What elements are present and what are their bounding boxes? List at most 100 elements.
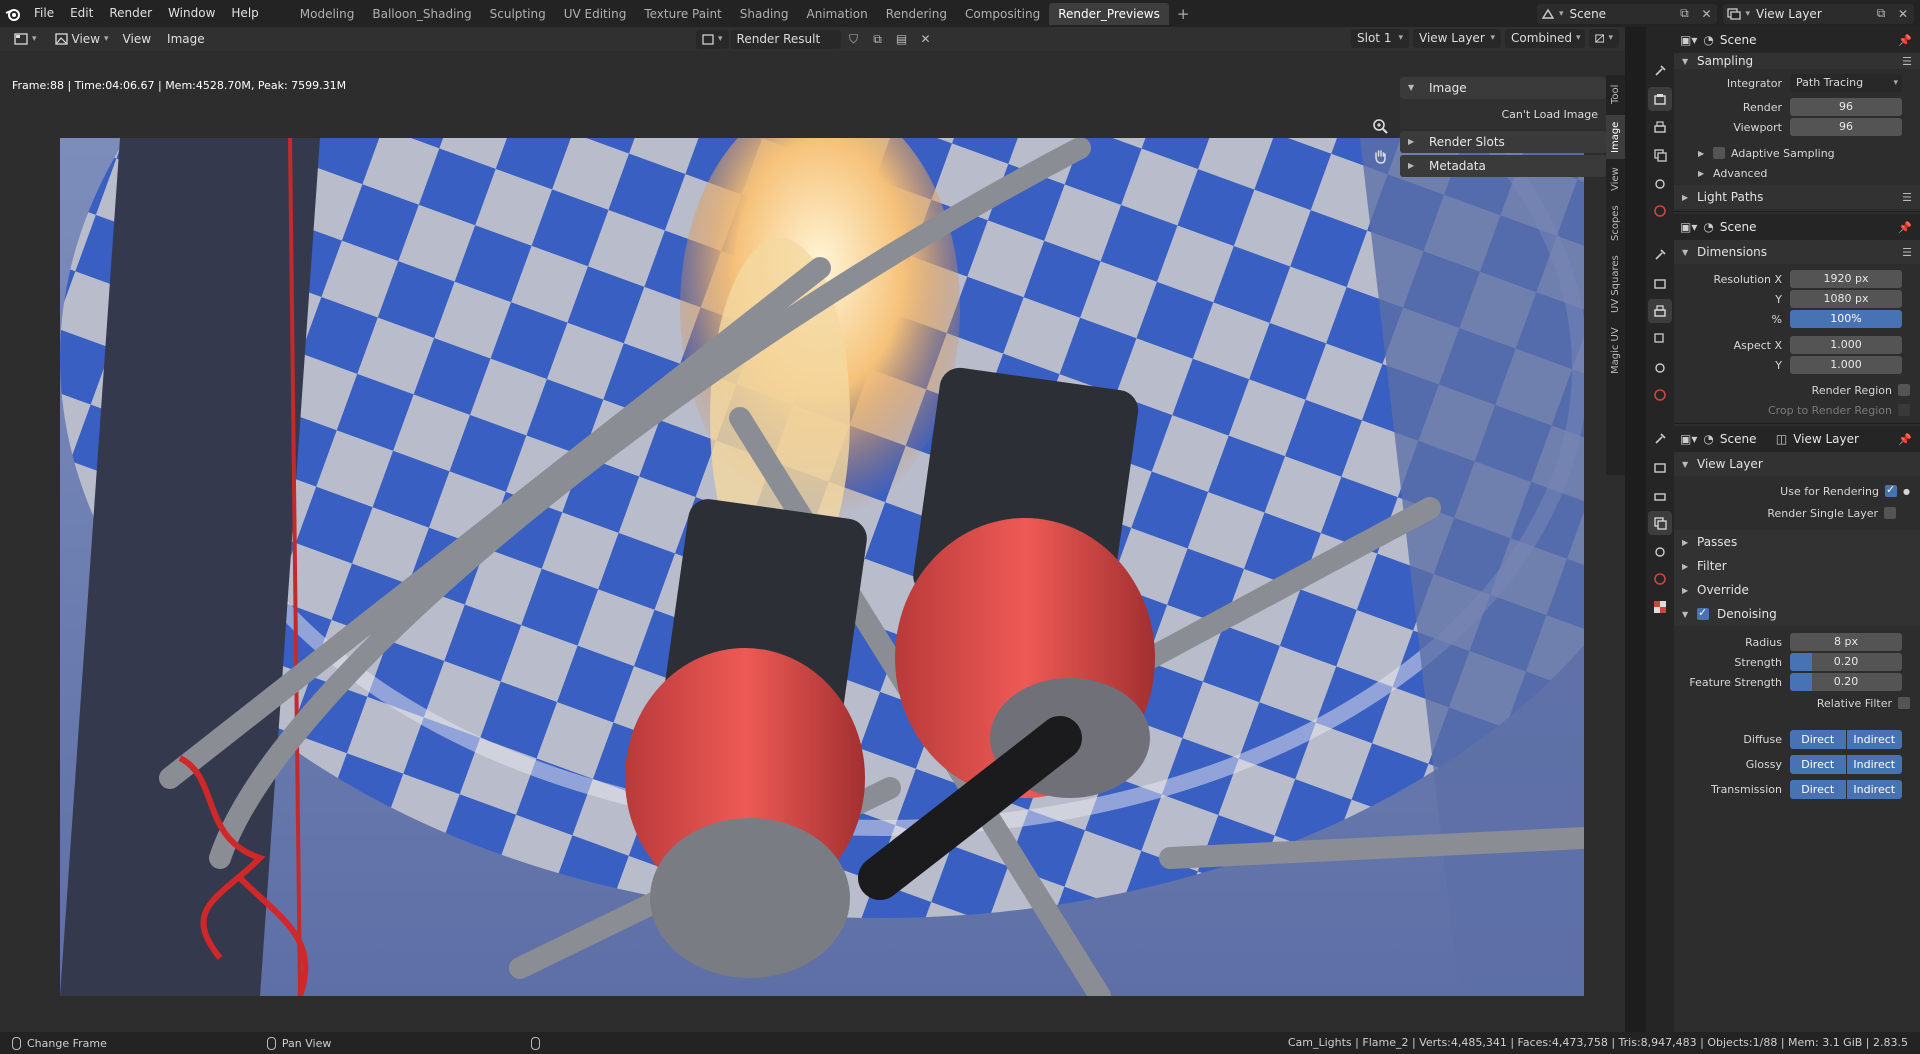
light-paths-panel-header[interactable]: ▶ Light Paths ☰	[1674, 185, 1920, 209]
browse-image-button[interactable]: ▾	[696, 29, 729, 49]
menu-render[interactable]: Render	[101, 0, 160, 27]
display-channels-dropdown[interactable]: ▾	[1589, 29, 1619, 48]
view-layer-panel-header[interactable]: ▼ View Layer	[1674, 452, 1920, 476]
render-properties-icon[interactable]	[1648, 87, 1672, 111]
presets-icon[interactable]: ☰	[1902, 246, 1912, 259]
scene-properties-icon[interactable]	[1648, 171, 1672, 195]
menu-file[interactable]: File	[26, 0, 62, 27]
render-single-layer-checkbox[interactable]	[1884, 507, 1896, 519]
close-icon[interactable]: ✕	[915, 29, 937, 49]
zoom-icon[interactable]	[1367, 113, 1393, 139]
tool-icon[interactable]	[1648, 243, 1672, 267]
render-samples-field[interactable]: 96	[1790, 98, 1902, 116]
tab-magic-uv[interactable]: Magic UV	[1606, 321, 1625, 381]
advanced-row[interactable]: ▶ Advanced	[1674, 163, 1920, 183]
transmission-indirect-toggle[interactable]: Indirect	[1846, 779, 1902, 799]
folder-icon[interactable]: ▤	[891, 29, 913, 49]
output-properties-icon[interactable]	[1648, 483, 1672, 507]
feature-strength-slider[interactable]: 0.20	[1790, 673, 1902, 691]
layer-dropdown[interactable]: View Layer ▾	[1413, 29, 1501, 48]
resolution-y-field[interactable]: 1080 px	[1790, 290, 1902, 308]
tab-balloon-shading[interactable]: Balloon_Shading	[363, 3, 480, 25]
relative-filter-row[interactable]: Relative Filter	[1674, 692, 1920, 714]
area-divider[interactable]	[1625, 27, 1646, 1032]
menu-view[interactable]: View	[115, 32, 159, 46]
diffuse-indirect-toggle[interactable]: Indirect	[1846, 729, 1902, 749]
transmission-direct-toggle[interactable]: Direct	[1790, 779, 1846, 799]
tab-sculpting[interactable]: Sculpting	[481, 3, 555, 25]
editor-type-icon[interactable]: ▣▾	[1680, 220, 1697, 234]
close-icon[interactable]: ✕	[1892, 4, 1914, 24]
render-result-image[interactable]	[60, 138, 1584, 996]
new-view-layer-icon[interactable]: ⧉	[1870, 4, 1892, 24]
editor-type-icon[interactable]: ▣▾	[1680, 33, 1697, 47]
tab-render-previews[interactable]: Render_Previews	[1049, 2, 1169, 25]
integrator-dropdown[interactable]: Path Tracing ▾	[1790, 74, 1902, 92]
editor-type-icon[interactable]: ▣▾	[1680, 432, 1697, 446]
tab-uv-editing[interactable]: UV Editing	[555, 3, 636, 25]
view-layer-selector[interactable]: ▾ View Layer ⧉ ✕	[1723, 3, 1914, 24]
tab-scopes[interactable]: Scopes	[1606, 199, 1625, 247]
view-layer-properties-icon[interactable]	[1648, 143, 1672, 167]
render-properties-icon[interactable]	[1648, 271, 1672, 295]
image-panel-header[interactable]: ▼ Image	[1400, 77, 1606, 99]
adaptive-sampling-checkbox[interactable]	[1713, 147, 1725, 159]
scene-name-field[interactable]: Scene	[1563, 7, 1673, 21]
hand-pan-icon[interactable]	[1367, 143, 1393, 169]
add-workspace-button[interactable]: +	[1169, 5, 1198, 23]
tool-icon[interactable]	[1648, 59, 1672, 83]
dimensions-panel-header[interactable]: ▼ Dimensions ☰	[1674, 240, 1920, 264]
denoising-checkbox[interactable]	[1697, 606, 1709, 620]
world-properties-icon[interactable]	[1648, 383, 1672, 407]
duplicate-icon[interactable]: ⧉	[867, 29, 889, 49]
presets-icon[interactable]: ☰	[1902, 191, 1912, 204]
render-region-row[interactable]: Render Region	[1674, 379, 1920, 401]
use-for-rendering-checkbox[interactable]	[1885, 483, 1898, 497]
glossy-indirect-toggle[interactable]: Indirect	[1846, 754, 1902, 774]
aspect-y-field[interactable]: 1.000	[1790, 356, 1902, 374]
relative-filter-checkbox[interactable]	[1898, 697, 1910, 709]
pass-dropdown[interactable]: Combined ▾	[1505, 29, 1585, 48]
image-name-field[interactable]: Render Result	[730, 29, 841, 49]
override-panel-header[interactable]: ▶ Override	[1674, 578, 1920, 602]
close-icon[interactable]: ✕	[1695, 4, 1717, 24]
tab-image[interactable]: Image	[1606, 115, 1625, 159]
scene-properties-icon[interactable]	[1648, 539, 1672, 563]
output-properties-icon[interactable]	[1648, 115, 1672, 139]
tab-view[interactable]: View	[1606, 161, 1625, 197]
tab-texture-paint[interactable]: Texture Paint	[635, 3, 730, 25]
tab-uv-squares[interactable]: UV Squares	[1606, 249, 1625, 319]
view-layer-properties-icon[interactable]	[1648, 511, 1672, 535]
view-layer-name-field[interactable]: View Layer	[1750, 7, 1870, 21]
metadata-header[interactable]: ▶ Metadata	[1400, 155, 1606, 177]
denoising-panel-header[interactable]: ▼ Denoising	[1674, 602, 1920, 626]
tab-compositing[interactable]: Compositing	[956, 3, 1049, 25]
adaptive-sampling-row[interactable]: ▶ Adaptive Sampling	[1674, 143, 1920, 163]
render-single-layer-row[interactable]: Render Single Layer	[1674, 502, 1920, 524]
use-for-rendering-row[interactable]: Use for Rendering ●	[1674, 480, 1920, 502]
tab-rendering[interactable]: Rendering	[877, 3, 956, 25]
radius-field[interactable]: 8 px	[1790, 633, 1902, 651]
crop-region-row[interactable]: Crop to Render Region	[1674, 401, 1920, 419]
editor-type-button[interactable]: ▾	[8, 30, 43, 49]
diffuse-direct-toggle[interactable]: Direct	[1790, 729, 1846, 749]
tab-modeling[interactable]: Modeling	[291, 3, 364, 25]
world-properties-icon[interactable]	[1648, 567, 1672, 591]
resolution-percent-field[interactable]: 100%	[1790, 310, 1902, 328]
viewport-samples-field[interactable]: 96	[1790, 118, 1902, 136]
output-properties-icon[interactable]	[1648, 299, 1672, 323]
view-mode-dropdown[interactable]: View ▾	[49, 30, 115, 49]
glossy-direct-toggle[interactable]: Direct	[1790, 754, 1846, 774]
scene-properties-icon[interactable]	[1648, 355, 1672, 379]
sampling-panel-header[interactable]: ▼ Sampling ☰	[1674, 53, 1920, 69]
pin-icon[interactable]: 📌	[1898, 34, 1912, 47]
texture-properties-icon[interactable]	[1648, 595, 1672, 619]
animate-dot-icon[interactable]: ●	[1903, 487, 1910, 496]
menu-edit[interactable]: Edit	[62, 0, 101, 27]
fake-user-shield-icon[interactable]: ⛉	[843, 29, 865, 49]
aspect-x-field[interactable]: 1.000	[1790, 336, 1902, 354]
passes-panel-header[interactable]: ▶ Passes	[1674, 530, 1920, 554]
pin-icon[interactable]: 📌	[1898, 221, 1912, 234]
tool-icon[interactable]	[1648, 427, 1672, 451]
render-properties-icon[interactable]	[1648, 455, 1672, 479]
